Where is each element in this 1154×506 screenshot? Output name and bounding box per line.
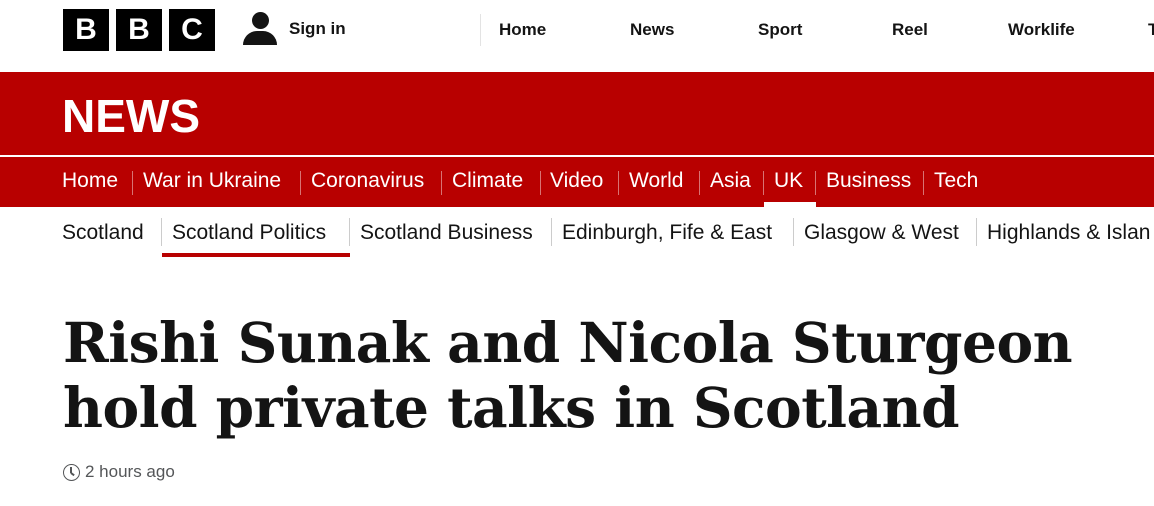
global-nav-news[interactable]: News: [630, 20, 674, 40]
subnav-glasgow-west[interactable]: Glasgow & West: [804, 221, 959, 245]
active-subnav-indicator: [162, 253, 350, 257]
section-nav-coronavirus[interactable]: Coronavirus: [311, 169, 424, 193]
section-nav: Home War in Ukraine Coronavirus Climate …: [0, 157, 1154, 207]
nav-divider: [923, 171, 924, 195]
global-nav-reel[interactable]: Reel: [892, 20, 928, 40]
global-nav-home[interactable]: Home: [499, 20, 546, 40]
subnav-edinburgh-fife-east[interactable]: Edinburgh, Fife & East: [562, 221, 772, 245]
subnav-divider: [161, 218, 162, 246]
section-nav-video[interactable]: Video: [550, 169, 603, 193]
subnav-scotland[interactable]: Scotland: [62, 221, 144, 245]
subnav-highlands-islands[interactable]: Highlands & Islan: [987, 221, 1154, 245]
section-nav-uk[interactable]: UK: [774, 169, 803, 193]
section-nav-tech[interactable]: Tech: [934, 169, 978, 193]
global-header: B B C Sign in Home News Sport Reel Workl…: [0, 0, 1154, 72]
sign-in-label: Sign in: [289, 19, 346, 38]
nav-divider: [815, 171, 816, 195]
section-nav-business[interactable]: Business: [826, 169, 911, 193]
nav-divider: [618, 171, 619, 195]
subnav-scotland-politics[interactable]: Scotland Politics: [172, 221, 326, 245]
subnav-divider: [349, 218, 350, 246]
news-title[interactable]: NEWS: [62, 89, 200, 143]
subnav-divider: [793, 218, 794, 246]
global-nav-truncated[interactable]: T: [1148, 20, 1154, 40]
global-nav-sport[interactable]: Sport: [758, 20, 802, 40]
bbc-logo[interactable]: B B C: [63, 9, 215, 51]
section-nav-asia[interactable]: Asia: [710, 169, 751, 193]
section-nav-climate[interactable]: Climate: [452, 169, 523, 193]
section-nav-world[interactable]: World: [629, 169, 683, 193]
global-nav-worklife[interactable]: Worklife: [1008, 20, 1075, 40]
clock-icon: [63, 463, 80, 481]
nav-divider: [699, 171, 700, 195]
news-banner: NEWS: [0, 72, 1154, 155]
subnav-divider: [551, 218, 552, 246]
section-nav-home[interactable]: Home: [62, 169, 118, 193]
logo-letter: B: [116, 9, 162, 51]
active-section-indicator: [764, 202, 816, 207]
section-nav-war-in-ukraine[interactable]: War in Ukraine: [143, 169, 281, 193]
timestamp-text: 2 hours ago: [85, 462, 175, 481]
logo-letter: C: [169, 9, 215, 51]
nav-divider: [441, 171, 442, 195]
article-timestamp: 2 hours ago: [63, 462, 175, 482]
nav-divider: [300, 171, 301, 195]
article-headline: Rishi Sunak and Nicola Sturgeon hold pri…: [63, 310, 1073, 440]
nav-divider: [763, 171, 764, 195]
sign-in-button[interactable]: Sign in: [243, 12, 346, 46]
subnav-divider: [976, 218, 977, 246]
subnav-scotland-business[interactable]: Scotland Business: [360, 221, 533, 245]
user-icon: [243, 12, 277, 46]
nav-divider: [132, 171, 133, 195]
logo-letter: B: [63, 9, 109, 51]
nav-divider: [540, 171, 541, 195]
